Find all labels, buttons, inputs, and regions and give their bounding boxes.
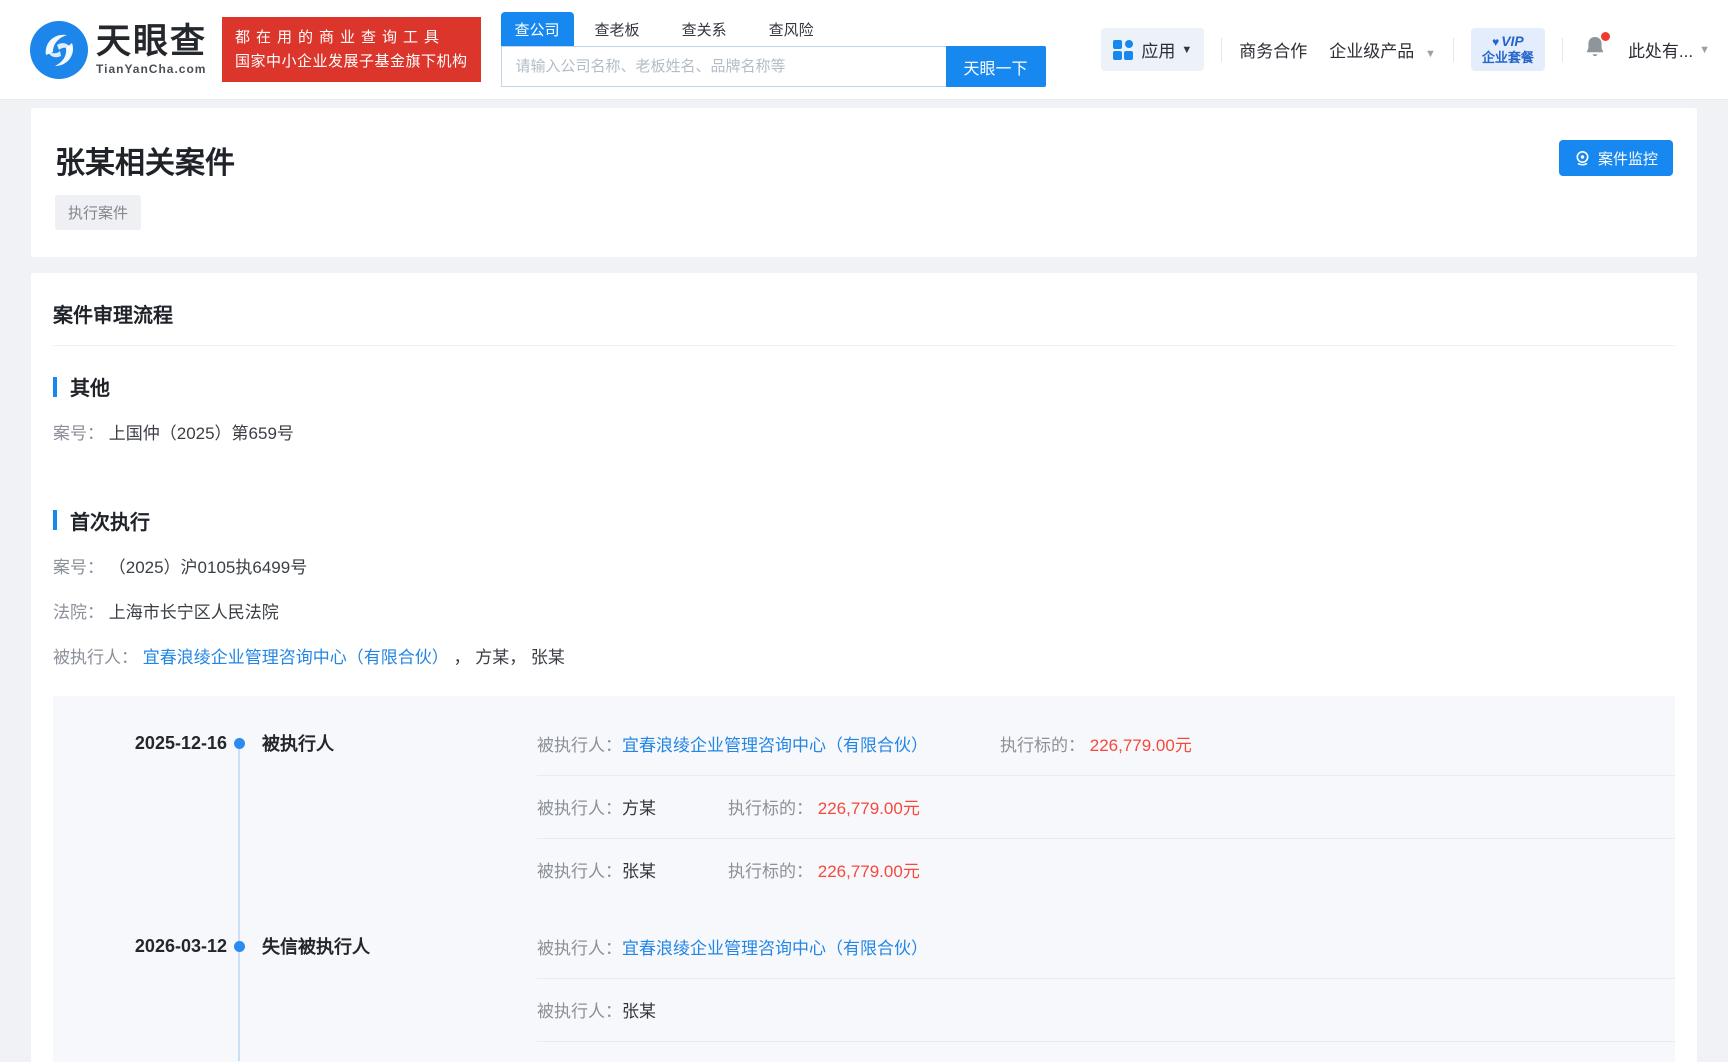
- field-value: 上海市长宁区人民法院: [108, 602, 279, 622]
- search-tab-boss[interactable]: 查老板: [595, 12, 640, 46]
- apps-menu-label: 应用: [1141, 42, 1176, 61]
- search-tab-company[interactable]: 查公司: [500, 12, 574, 46]
- nav-divider: [1561, 37, 1563, 62]
- section-title: 案件审理流程: [53, 299, 1675, 346]
- nav-divider: [1221, 37, 1223, 62]
- group-accent-bar: [53, 510, 57, 531]
- search-button[interactable]: 天眼一下: [945, 46, 1046, 87]
- case-type-tag[interactable]: 执行案件: [55, 195, 142, 230]
- timeline-row: 被执行人： 张某 执行标的： 226,779.00元: [537, 837, 1675, 901]
- search-input[interactable]: [500, 46, 946, 87]
- field-case-number: 案号： （2025）沪0105执6499号: [53, 557, 1675, 580]
- tianyancha-logo-icon: [30, 20, 88, 79]
- company-link[interactable]: 宜春浪绫企业管理咨询中心（有限合伙）: [622, 934, 928, 959]
- case-monitor-button[interactable]: 案件监控: [1558, 140, 1673, 176]
- tianyancha-logo[interactable]: 天眼查 TianYanCha.com: [30, 20, 208, 79]
- amount-value: 226,779.00元: [817, 799, 920, 819]
- notifications-button[interactable]: [1584, 32, 1610, 64]
- field-executed-persons: 被执行人： 宜春浪绫企业管理咨询中心（有限合伙） ， 方某， 张某: [53, 647, 1675, 670]
- case-process-card: 案件审理流程 其他 案号： 上国仲（2025）第659号 首次执行 案号： （2…: [31, 273, 1697, 1062]
- row-label: 被执行人：: [537, 938, 622, 958]
- row-label: 被执行人：: [537, 735, 622, 755]
- timeline-entry: 2026-03-12 失信被执行人 被执行人： 宜春浪绫企业管理咨询中心（有限合…: [53, 915, 1675, 1062]
- case-group-first-execution: 首次执行 案号： （2025）沪0105执6499号 法院： 上海市长宁区人民法…: [53, 506, 1675, 1062]
- amount-label: 执行标的：: [728, 799, 813, 819]
- person-name: 张某: [622, 862, 656, 882]
- chevron-down-icon: ▼: [1699, 43, 1710, 56]
- company-link[interactable]: 宜春浪绫企业管理咨询中心（有限合伙）: [622, 731, 928, 756]
- timeline-date: 2025-12-16: [134, 732, 227, 753]
- search-area: 查公司 查老板 查关系 查风险 天眼一下: [500, 12, 1046, 87]
- group-name: 其他: [70, 378, 110, 400]
- timeline-dot-icon: [234, 737, 245, 749]
- field-case-number: 案号： 上国仲（2025）第659号: [53, 423, 1675, 446]
- search-tab-risk[interactable]: 查风险: [769, 12, 814, 46]
- row-label: 被执行人：: [537, 799, 622, 819]
- apps-grid-icon: [1113, 39, 1134, 60]
- vip-label: VIP: [1501, 32, 1524, 49]
- page-content: 张某相关案件 执行案件 案件监控 案件审理流程 其他 案号： 上国仲（2025）…: [0, 100, 1728, 1062]
- person-name: 方某: [622, 799, 656, 819]
- timeline-title: 被执行人: [262, 734, 334, 755]
- brand-domain: TianYanCha.com: [96, 61, 207, 76]
- search-tab-relation[interactable]: 查关系: [682, 12, 727, 46]
- field-label: 案号：: [53, 557, 104, 577]
- group-accent-bar: [53, 376, 57, 397]
- timeline-row: 被执行人： 方某 执行标的： 226,779.00元: [537, 774, 1675, 838]
- vip-sublabel: 企业套餐: [1481, 50, 1534, 66]
- amount-value: 226,779.00元: [817, 862, 920, 882]
- timeline-dot-icon: [234, 940, 245, 952]
- timeline-row: 被执行人： 宜春浪绫企业管理咨询中心（有限合伙） 执行标的： 226,779.0…: [537, 712, 1675, 775]
- apps-menu[interactable]: 应用 ▼: [1101, 28, 1205, 71]
- case-group-other: 其他 案号： 上国仲（2025）第659号: [53, 372, 1675, 446]
- chevron-down-icon: ▼: [1181, 43, 1193, 56]
- group-name: 首次执行: [70, 511, 150, 534]
- nav-divider: [1452, 37, 1454, 62]
- search-tabs: 查公司 查老板 查关系 查风险: [500, 12, 1046, 46]
- chevron-down-icon: ▼: [1425, 48, 1436, 60]
- person-name: 张某: [622, 1002, 656, 1022]
- timeline-title: 失信被执行人: [262, 937, 370, 958]
- amount-value: 226,779.00元: [1089, 735, 1192, 755]
- nav-enterprise-label: 企业级产品: [1329, 42, 1415, 61]
- field-label: 法院：: [53, 602, 104, 622]
- amount-label: 执行标的：: [1000, 735, 1085, 755]
- vip-heart-icon: ♥: [1492, 34, 1500, 49]
- user-menu-label: 此处有...: [1627, 42, 1694, 61]
- promo-banner-line2: 国家中小企业发展子基金旗下机构: [235, 52, 468, 70]
- field-court: 法院： 上海市长宁区人民法院: [53, 602, 1675, 625]
- field-value: 上国仲（2025）第659号: [108, 424, 294, 443]
- user-menu[interactable]: 此处有... ▼: [1628, 37, 1710, 62]
- title-card: 张某相关案件 执行案件 案件监控: [31, 108, 1697, 257]
- page-title: 张某相关案件: [55, 147, 235, 180]
- timeline-entry: 2025-12-16 被执行人 被执行人： 宜春浪绫企业管理咨询中心（有限合伙）…: [53, 712, 1675, 901]
- field-value: ， 方某， 张某: [453, 647, 565, 667]
- execution-timeline: 2025-12-16 被执行人 被执行人： 宜春浪绫企业管理咨询中心（有限合伙）…: [53, 695, 1675, 1062]
- monitor-camera-icon: [1576, 150, 1589, 166]
- nav-enterprise-products[interactable]: 企业级产品 ▼: [1329, 37, 1436, 62]
- field-value: （2025）沪0105执6499号: [108, 557, 308, 577]
- nav-business-cooperation[interactable]: 商务合作: [1239, 37, 1307, 62]
- timeline-row: 被执行人： 方某: [537, 1040, 1675, 1062]
- company-link[interactable]: 宜春浪绫企业管理咨询中心（有限合伙）: [143, 648, 449, 667]
- amount-label: 执行标的：: [728, 862, 813, 882]
- brand-name: 天眼查: [96, 21, 208, 61]
- top-nav: 应用 ▼ 商务合作 企业级产品 ▼ ♥ VIP 企业套餐 此处有... ▼: [1101, 27, 1710, 72]
- row-label: 被执行人：: [537, 862, 622, 882]
- promo-banner-line1: 都在用的商业查询工具: [235, 29, 446, 47]
- field-label: 被执行人：: [53, 647, 138, 667]
- top-header: 天眼查 TianYanCha.com 都在用的商业查询工具 国家中小企业发展子基…: [0, 0, 1728, 100]
- case-monitor-label: 案件监控: [1597, 150, 1658, 168]
- vip-package-button[interactable]: ♥ VIP 企业套餐: [1470, 27, 1545, 72]
- row-label: 被执行人：: [537, 1002, 622, 1022]
- timeline-row: 被执行人： 张某: [537, 977, 1675, 1041]
- promo-banner: 都在用的商业查询工具 国家中小企业发展子基金旗下机构: [222, 17, 481, 82]
- timeline-date: 2026-03-12: [134, 935, 227, 956]
- field-label: 案号：: [53, 424, 104, 443]
- timeline-row: 被执行人： 宜春浪绫企业管理咨询中心（有限合伙）: [537, 915, 1675, 978]
- notification-badge: [1600, 32, 1610, 41]
